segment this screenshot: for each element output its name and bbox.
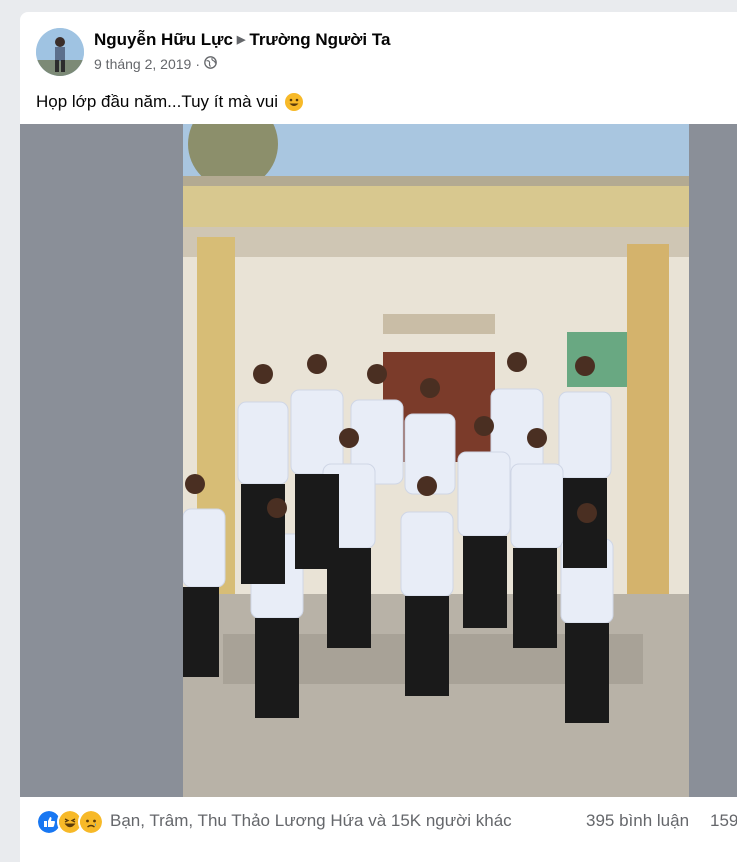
post-footer: Bạn, Trâm, Thu Thảo Lương Hứa và 15K ngư… [20,797,737,843]
grinning-face-emoji-icon [284,92,304,112]
author-avatar[interactable] [36,28,84,76]
reaction-icons[interactable] [36,809,104,835]
reaction-summary[interactable]: Bạn, Trâm, Thu Thảo Lương Hứa và 15K ngư… [110,811,512,831]
caption-text: Họp lớp đầu năm...Tuy ít mà vui [36,92,279,111]
globe-icon[interactable] [204,56,217,72]
group-photo[interactable] [183,124,689,797]
post-header: Nguyễn Hữu Lực ▶ Trường Người Ta [94,30,390,50]
share-count[interactable]: 159 [710,811,737,831]
post-date[interactable]: 9 tháng 2, 2019 [94,56,191,72]
post-card: Nguyễn Hữu Lực ▶ Trường Người Ta 9 tháng 2… [20,12,737,862]
group-photo-image [183,124,689,797]
comment-count[interactable]: 395 bình luận [586,811,689,831]
post-caption: Họp lớp đầu năm...Tuy ít mà vui [36,92,304,112]
group-name[interactable]: Trường Người Ta [249,30,390,49]
meta-separator: · [195,56,200,72]
triangle-right-icon: ▶ [236,34,246,46]
sad-icon [78,809,104,835]
post-photo-container[interactable] [20,124,737,797]
author-name[interactable]: Nguyễn Hữu Lực [94,30,233,49]
avatar-image [36,28,84,76]
post-meta: 9 tháng 2, 2019 · [94,56,217,72]
